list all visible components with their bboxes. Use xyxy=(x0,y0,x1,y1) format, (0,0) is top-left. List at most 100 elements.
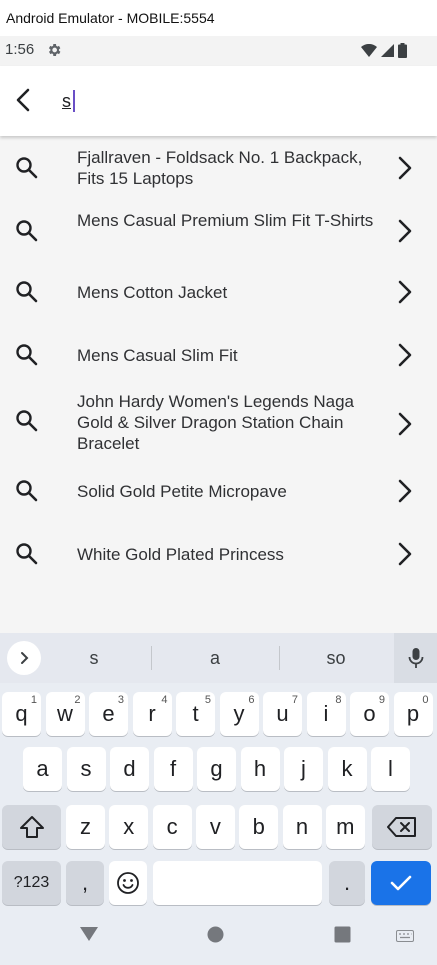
key-h[interactable]: h xyxy=(240,747,280,791)
key-r[interactable]: r4 xyxy=(132,692,172,736)
search-icon xyxy=(14,541,40,567)
key-u[interactable]: u7 xyxy=(263,692,302,736)
enter-check-icon[interactable] xyxy=(371,861,431,905)
key-hint: 7 xyxy=(291,694,298,706)
chevron-right-icon xyxy=(394,478,416,504)
key-label: d xyxy=(123,756,136,781)
key-label: f xyxy=(169,756,177,781)
key-d[interactable]: d xyxy=(110,747,149,791)
key-i[interactable]: i8 xyxy=(306,692,346,736)
key-b[interactable]: b xyxy=(239,805,279,849)
key-label: l xyxy=(388,756,393,781)
key-label: r xyxy=(148,701,156,726)
result-item[interactable]: John Hardy Women's Legends Naga Gold & S… xyxy=(0,391,437,457)
key-v[interactable]: v xyxy=(195,805,235,849)
chevron-right-icon xyxy=(394,541,416,567)
key-t[interactable]: t5 xyxy=(176,692,215,736)
key-hint: 6 xyxy=(248,694,255,706)
key-s[interactable]: s xyxy=(66,747,106,791)
result-item[interactable]: Mens Casual Premium Slim Fit T-Shirts xyxy=(0,209,437,253)
signal-icon xyxy=(381,44,394,62)
result-item[interactable]: Mens Casual Slim Fit xyxy=(0,335,437,375)
key-label: x xyxy=(123,814,135,839)
home-nav-icon[interactable] xyxy=(207,926,224,948)
key-label: a xyxy=(36,756,49,781)
key-hint: 9 xyxy=(378,694,385,706)
search-icon xyxy=(14,218,40,244)
key-n[interactable]: n xyxy=(282,805,322,849)
period-key[interactable]: . xyxy=(329,861,365,905)
key-l[interactable]: l xyxy=(371,747,410,791)
back-nav-icon[interactable] xyxy=(79,926,99,947)
mic-icon[interactable] xyxy=(394,633,437,683)
gear-icon xyxy=(46,42,62,63)
suggestion-3[interactable]: so xyxy=(296,648,376,669)
result-item[interactable]: Solid Gold Petite Micropave xyxy=(0,471,437,511)
key-f[interactable]: f xyxy=(153,747,193,791)
result-label: Mens Casual Slim Fit xyxy=(77,346,238,365)
key-a[interactable]: a xyxy=(23,747,62,791)
result-label: Fjallraven - Foldsack No. 1 Backpack, Fi… xyxy=(77,148,363,188)
key-j[interactable]: j xyxy=(284,747,323,791)
key-hint: 4 xyxy=(161,694,168,706)
key-k[interactable]: k xyxy=(327,747,367,791)
key-m[interactable]: m xyxy=(325,805,365,849)
result-item[interactable]: Fjallraven - Foldsack No. 1 Backpack, Fi… xyxy=(0,146,437,190)
key-o[interactable]: o9 xyxy=(350,692,389,736)
navigation-bar xyxy=(0,926,437,965)
backspace-key[interactable] xyxy=(372,805,432,849)
recents-nav-icon[interactable] xyxy=(334,926,351,948)
key-y[interactable]: y6 xyxy=(219,692,259,736)
key-hint: 1 xyxy=(30,694,37,706)
key-label: j xyxy=(301,756,306,781)
key-z[interactable]: z xyxy=(66,805,105,849)
expand-toolbar-icon[interactable] xyxy=(7,641,41,675)
chevron-right-icon xyxy=(394,279,416,305)
battery-icon xyxy=(398,43,407,63)
chevron-right-icon xyxy=(394,342,416,368)
status-time: 1:56 xyxy=(5,41,35,58)
space-key[interactable] xyxy=(153,861,322,905)
result-label: Mens Casual Premium Slim Fit T-Shirts xyxy=(77,211,374,230)
key-label: e xyxy=(102,701,115,726)
search-icon xyxy=(14,342,40,368)
key-label: i xyxy=(323,701,329,726)
suggestion-1[interactable]: s xyxy=(54,648,134,669)
search-app-bar xyxy=(0,66,437,136)
emoji-icon[interactable] xyxy=(109,861,147,905)
key-label: n xyxy=(295,814,309,839)
search-icon xyxy=(14,155,40,181)
suggestion-strip: s a so xyxy=(0,633,437,683)
suggestion-divider xyxy=(279,646,280,670)
key-label: g xyxy=(210,756,223,781)
result-item[interactable]: White Gold Plated Princess xyxy=(0,534,437,574)
key-label: b xyxy=(252,814,265,839)
key-e[interactable]: e3 xyxy=(89,692,128,736)
keyboard-switch-icon[interactable] xyxy=(396,929,414,947)
key-w[interactable]: w2 xyxy=(45,692,85,736)
key-hint: 2 xyxy=(74,694,81,706)
key-label: o xyxy=(363,701,376,726)
key-label: v xyxy=(209,814,221,839)
suggestion-2[interactable]: a xyxy=(175,648,255,669)
key-hint: 3 xyxy=(117,694,124,706)
wifi-icon xyxy=(361,43,377,63)
key-label: z xyxy=(80,814,91,839)
text-caret xyxy=(73,90,75,112)
search-input[interactable] xyxy=(58,86,406,116)
soft-keyboard: s a so ?123 , . q1w2e3 r 4 t 5 y 6 u 7 i… xyxy=(0,633,437,965)
search-icon xyxy=(14,478,40,504)
key-x[interactable]: x xyxy=(109,805,149,849)
shift-key[interactable] xyxy=(2,805,61,849)
key-q[interactable]: q1 xyxy=(2,692,41,736)
result-label: Solid Gold Petite Micropave xyxy=(77,482,287,501)
key-c[interactable]: c xyxy=(152,805,192,849)
key-label: t xyxy=(192,701,199,726)
comma-key[interactable]: , xyxy=(66,861,104,905)
key-g[interactable]: g xyxy=(197,747,236,791)
key-p[interactable]: p0 xyxy=(393,692,433,736)
symbols-key[interactable]: ?123 xyxy=(2,861,61,905)
result-item[interactable]: Mens Cotton Jacket xyxy=(0,272,437,312)
search-results-list: Fjallraven - Foldsack No. 1 Backpack, Fi… xyxy=(0,136,437,633)
back-arrow-icon[interactable] xyxy=(10,86,38,114)
